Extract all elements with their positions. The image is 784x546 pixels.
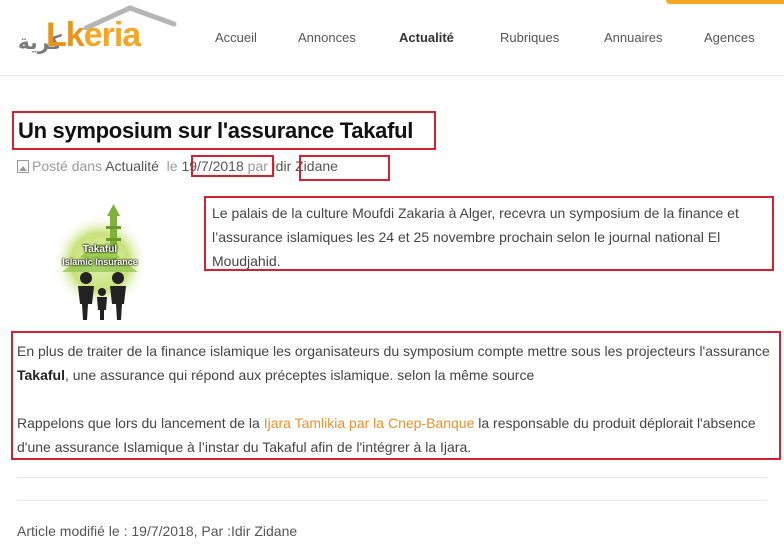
highlight-date-box — [191, 155, 274, 177]
nav-actualite[interactable]: Actualité — [399, 30, 454, 45]
image-caption-line1: Takaful — [82, 244, 118, 255]
highlight-author-box — [299, 155, 390, 181]
image-post-icon — [17, 160, 29, 173]
divider-top — [17, 477, 767, 478]
nav-rubriques[interactable]: Rubriques — [500, 30, 559, 45]
meta-posted-in: Posté dans — [32, 158, 103, 174]
article-modified-note: Article modifié le : 19/7/2018, Par :Idi… — [17, 523, 298, 539]
nav-annonces[interactable]: Annonces — [298, 30, 356, 45]
article-meta: Posté dans Actualité le 19/7/2018 par Id… — [17, 158, 338, 174]
nav-annuaires[interactable]: Annuaires — [604, 30, 663, 45]
meta-date-prefix: le — [166, 158, 178, 174]
highlight-lead-box — [204, 196, 774, 271]
image-caption: Takaful Islamic Insurance — [56, 244, 144, 268]
highlight-body-box — [11, 331, 781, 460]
takaful-image: Takaful Islamic Insurance — [50, 200, 150, 322]
nav-agences[interactable]: Agences — [704, 30, 755, 45]
image-caption-line2: Islamic Insurance — [62, 257, 138, 267]
highlight-title-box — [12, 111, 436, 150]
site-header: كرية Lkeria Accueil Annonces Actualité R… — [0, 0, 784, 76]
meta-category-link[interactable]: Actualité — [105, 158, 159, 174]
topbar-accent — [666, 0, 784, 4]
main-nav: Accueil Annonces Actualité Rubriques Ann… — [0, 30, 784, 50]
nav-accueil[interactable]: Accueil — [215, 30, 257, 45]
divider-bottom — [17, 500, 767, 501]
